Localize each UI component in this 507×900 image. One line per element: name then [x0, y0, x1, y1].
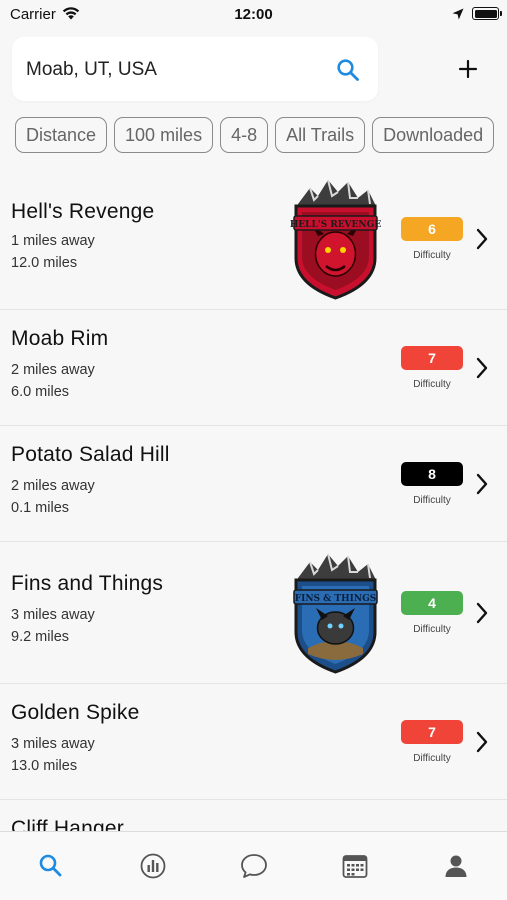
- trail-row[interactable]: Potato Salad Hill 2 miles away 0.1 miles…: [0, 426, 507, 542]
- trail-distance-away: 2 miles away: [11, 478, 95, 494]
- chevron-right-icon[interactable]: [474, 731, 490, 758]
- difficulty-label: Difficulty: [413, 753, 451, 764]
- filter-chip-downloaded[interactable]: Downloaded: [372, 117, 495, 153]
- trail-name: Hell's Revenge: [11, 200, 155, 223]
- difficulty-label: Difficulty: [413, 624, 451, 635]
- chevron-right-icon[interactable]: [474, 357, 490, 384]
- search-input[interactable]: Moab, UT, USA: [26, 59, 157, 81]
- tab-search-icon[interactable]: [37, 852, 65, 880]
- logo-text: FINS & THINGS: [295, 594, 377, 604]
- filter-chips: Distance 100 miles 4-8 All Trails Downloaded: [15, 117, 507, 154]
- filter-chip-trails[interactable]: All Trails: [275, 117, 366, 153]
- difficulty-badge: 8: [401, 462, 463, 486]
- difficulty-badge: 7: [401, 346, 463, 370]
- add-button[interactable]: [452, 53, 484, 85]
- trail-name: Fins and Things: [11, 572, 164, 595]
- tab-profile-icon[interactable]: [442, 852, 470, 880]
- difficulty-label: Difficulty: [413, 250, 451, 261]
- trail-name: Cliff Hanger: [11, 817, 124, 831]
- status-bar: Carrier 12:00: [0, 0, 507, 28]
- location-arrow-icon: [452, 7, 464, 25]
- trail-list[interactable]: Hell's Revenge 1 miles away 12.0 miles H…: [0, 162, 507, 831]
- trail-length: 0.1 miles: [11, 500, 70, 516]
- trail-distance-away: 2 miles away: [11, 362, 95, 378]
- trail-length: 9.2 miles: [11, 629, 70, 645]
- tab-calendar-icon[interactable]: [341, 852, 369, 880]
- chevron-right-icon[interactable]: [474, 602, 490, 629]
- difficulty-label: Difficulty: [413, 379, 451, 390]
- chevron-right-icon[interactable]: [474, 228, 490, 255]
- trail-distance-away: 3 miles away: [11, 607, 95, 623]
- tab-bar: [0, 831, 507, 900]
- tab-chat-icon[interactable]: [240, 852, 268, 880]
- difficulty-badge: 7: [401, 720, 463, 744]
- trail-length: 6.0 miles: [11, 384, 70, 400]
- difficulty-badge: 6: [401, 217, 463, 241]
- tab-stats-icon[interactable]: [139, 852, 167, 880]
- trail-length: 12.0 miles: [11, 255, 78, 271]
- search-icon[interactable]: [336, 58, 360, 87]
- trail-row[interactable]: Cliff Hanger: [0, 800, 507, 831]
- difficulty-label: Difficulty: [413, 495, 451, 506]
- filter-chip-difficulty[interactable]: 4-8: [220, 117, 269, 153]
- trail-row[interactable]: Moab Rim 2 miles away 6.0 miles 7 Diffic…: [0, 310, 507, 426]
- trail-row[interactable]: Golden Spike 3 miles away 13.0 miles 7 D…: [0, 684, 507, 800]
- trail-distance-away: 3 miles away: [11, 736, 95, 752]
- clock: 12:00: [234, 6, 273, 23]
- trail-distance-away: 1 miles away: [11, 233, 95, 249]
- filter-chip-distance[interactable]: Distance: [15, 117, 108, 153]
- difficulty-badge: 4: [401, 591, 463, 615]
- trail-row[interactable]: Hell's Revenge 1 miles away 12.0 miles H…: [0, 162, 507, 310]
- trail-name: Golden Spike: [11, 701, 140, 724]
- plus-icon: [458, 59, 478, 79]
- battery-icon: [472, 7, 502, 20]
- logo-text: HELL'S REVENGE: [290, 220, 382, 230]
- filter-chip-radius[interactable]: 100 miles: [114, 117, 214, 153]
- trail-name: Potato Salad Hill: [11, 443, 170, 466]
- trail-row[interactable]: Fins and Things 3 miles away 9.2 miles F…: [0, 542, 507, 684]
- search-box[interactable]: Moab, UT, USA: [12, 37, 378, 101]
- chevron-right-icon[interactable]: [474, 473, 490, 500]
- hells-revenge-logo: HELL'S REVENGE: [288, 176, 383, 307]
- trail-length: 13.0 miles: [11, 758, 78, 774]
- trail-name: Moab Rim: [11, 327, 109, 350]
- fins-and-things-logo: FINS & THINGS: [288, 550, 383, 681]
